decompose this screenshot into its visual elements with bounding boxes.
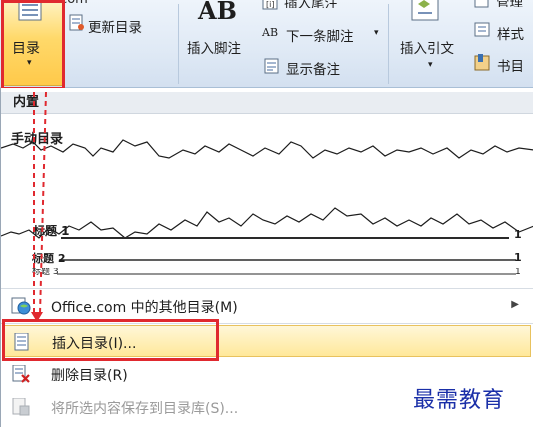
ribbon-references-tab: Office.com 目录 ▾ 更新目录 AB 插入脚注 [i] xyxy=(0,0,533,90)
preview-heading-2: 标题 2 xyxy=(32,252,66,265)
insert-footnote-button[interactable]: 插入脚注 xyxy=(187,37,241,57)
insert-endnote-button[interactable]: 插入尾注 xyxy=(284,0,338,8)
show-notes-button[interactable]: 显示备注 xyxy=(286,58,340,78)
style-icon xyxy=(474,22,492,42)
next-footnote-dropdown-icon[interactable]: ▾ xyxy=(374,28,379,38)
menu-separator xyxy=(1,288,533,289)
preview-page-2: 1 xyxy=(514,251,522,264)
delete-toc-icon xyxy=(11,364,31,383)
preview-heading-1: 标题 1 xyxy=(33,225,70,237)
show-notes-icon xyxy=(264,58,280,78)
style-selector[interactable]: 样式 xyxy=(497,23,524,43)
manage-sources-icon xyxy=(474,0,490,13)
brand-watermark: 最需教育 xyxy=(413,388,506,413)
bibliography-button[interactable]: 书目 xyxy=(497,55,524,75)
submenu-arrow-icon: ▶ xyxy=(511,299,519,310)
next-footnote-button[interactable]: 下一条脚注 xyxy=(286,25,354,45)
insert-toc-highlight xyxy=(2,319,219,361)
preview-page-3: 1 xyxy=(515,268,521,276)
office-globe-icon xyxy=(11,297,31,315)
update-toc-icon xyxy=(69,14,85,36)
next-footnote-icon: AB xyxy=(262,26,279,39)
footnote-ab-icon: AB xyxy=(198,0,237,25)
update-toc-button[interactable]: 更新目录 xyxy=(88,16,142,36)
svg-text:[i]: [i] xyxy=(266,0,274,9)
preview-page-1: 1 xyxy=(514,228,522,241)
bibliography-icon xyxy=(474,54,492,76)
menu-item-label: 删除目录(R) xyxy=(51,368,128,384)
ribbon-separator xyxy=(178,4,179,84)
menu-item-label: 将所选内容保存到目录库(S)... xyxy=(51,401,239,417)
menu-item-label: Office.com 中的其他目录(M) xyxy=(51,300,238,316)
citation-dropdown-icon[interactable]: ▾ xyxy=(428,60,433,70)
manage-sources-button[interactable]: 管理 xyxy=(496,0,523,7)
preview-heading-3: 标题 3 xyxy=(32,268,59,276)
insert-endnote-icon: [i] xyxy=(262,0,280,14)
insert-citation-button[interactable]: 插入引文 xyxy=(400,37,454,57)
save-selection-icon xyxy=(11,397,31,416)
manual-toc-preview[interactable] xyxy=(1,134,533,314)
section-header-builtin: 内置 xyxy=(1,92,533,114)
insert-citation-icon xyxy=(410,0,442,28)
menu-item-office-toc[interactable]: Office.com 中的其他目录(M) ▶ xyxy=(3,290,531,322)
ribbon-separator xyxy=(388,4,389,84)
toc-dropdown-menu: 内置 手动目录 标题 1 1 标题 2 1 标题 3 1 Office.com … xyxy=(0,88,533,427)
toc-button-highlight xyxy=(1,0,65,90)
